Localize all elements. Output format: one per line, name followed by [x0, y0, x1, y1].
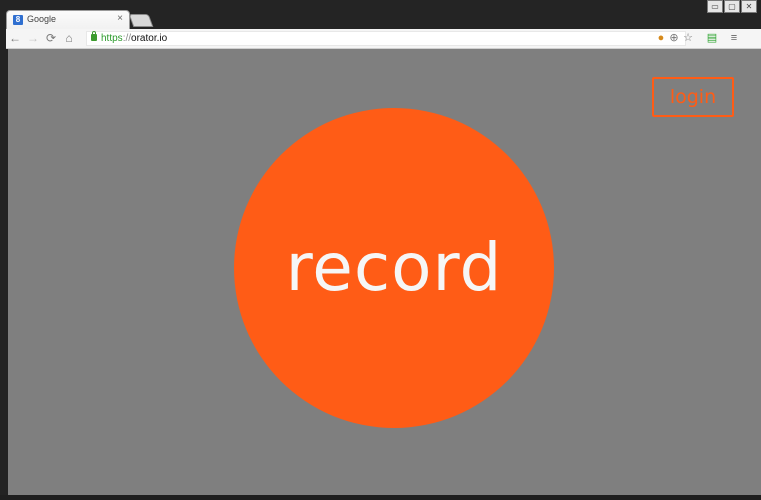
extension-icon[interactable]: ●: [655, 32, 667, 44]
tab-title: Google: [27, 14, 57, 24]
record-label: record: [285, 229, 503, 306]
maximize-button[interactable]: ▢: [724, 0, 740, 13]
url-text: https://orator.io: [101, 32, 167, 45]
home-icon[interactable]: ⌂: [62, 31, 76, 45]
browser-toolbar: ← → ⟳ ⌂ https://orator.io ● ⊕ ☆ ▤ ≡: [6, 29, 761, 49]
reload-icon[interactable]: ⟳: [44, 31, 58, 45]
page-content: record login: [8, 49, 761, 495]
login-button[interactable]: login: [652, 77, 734, 117]
window-bottom-edge: [0, 495, 761, 500]
minimize-button[interactable]: ▭: [707, 0, 723, 13]
chrome-menu-icon[interactable]: ≡: [728, 32, 740, 44]
url-scheme: https: [101, 33, 123, 44]
close-window-button[interactable]: ✕: [741, 0, 757, 13]
record-button[interactable]: record: [234, 108, 554, 428]
address-bar[interactable]: https://orator.io: [86, 31, 686, 46]
url-separator: ://: [122, 33, 132, 44]
browser-tab[interactable]: 8 Google ×: [6, 10, 130, 30]
secure-lock-icon: [91, 31, 97, 41]
browser-window: 8 Google × ▭ ▢ ✕ ← → ⟳ ⌂ https://orator.…: [0, 0, 761, 500]
new-tab-button[interactable]: [128, 14, 154, 27]
google-favicon-icon: 8: [13, 15, 23, 25]
zoom-icon[interactable]: ⊕: [668, 32, 680, 44]
extension-green-icon[interactable]: ▤: [706, 32, 718, 44]
forward-arrow-icon[interactable]: →: [26, 31, 40, 45]
tab-strip: 8 Google × ▭ ▢ ✕: [0, 0, 761, 30]
tab-close-icon[interactable]: ×: [117, 13, 123, 25]
window-controls: ▭ ▢ ✕: [706, 0, 757, 14]
back-arrow-icon[interactable]: ←: [8, 31, 22, 45]
bookmark-star-icon[interactable]: ☆: [682, 32, 694, 44]
url-host: orator.io: [131, 33, 168, 44]
